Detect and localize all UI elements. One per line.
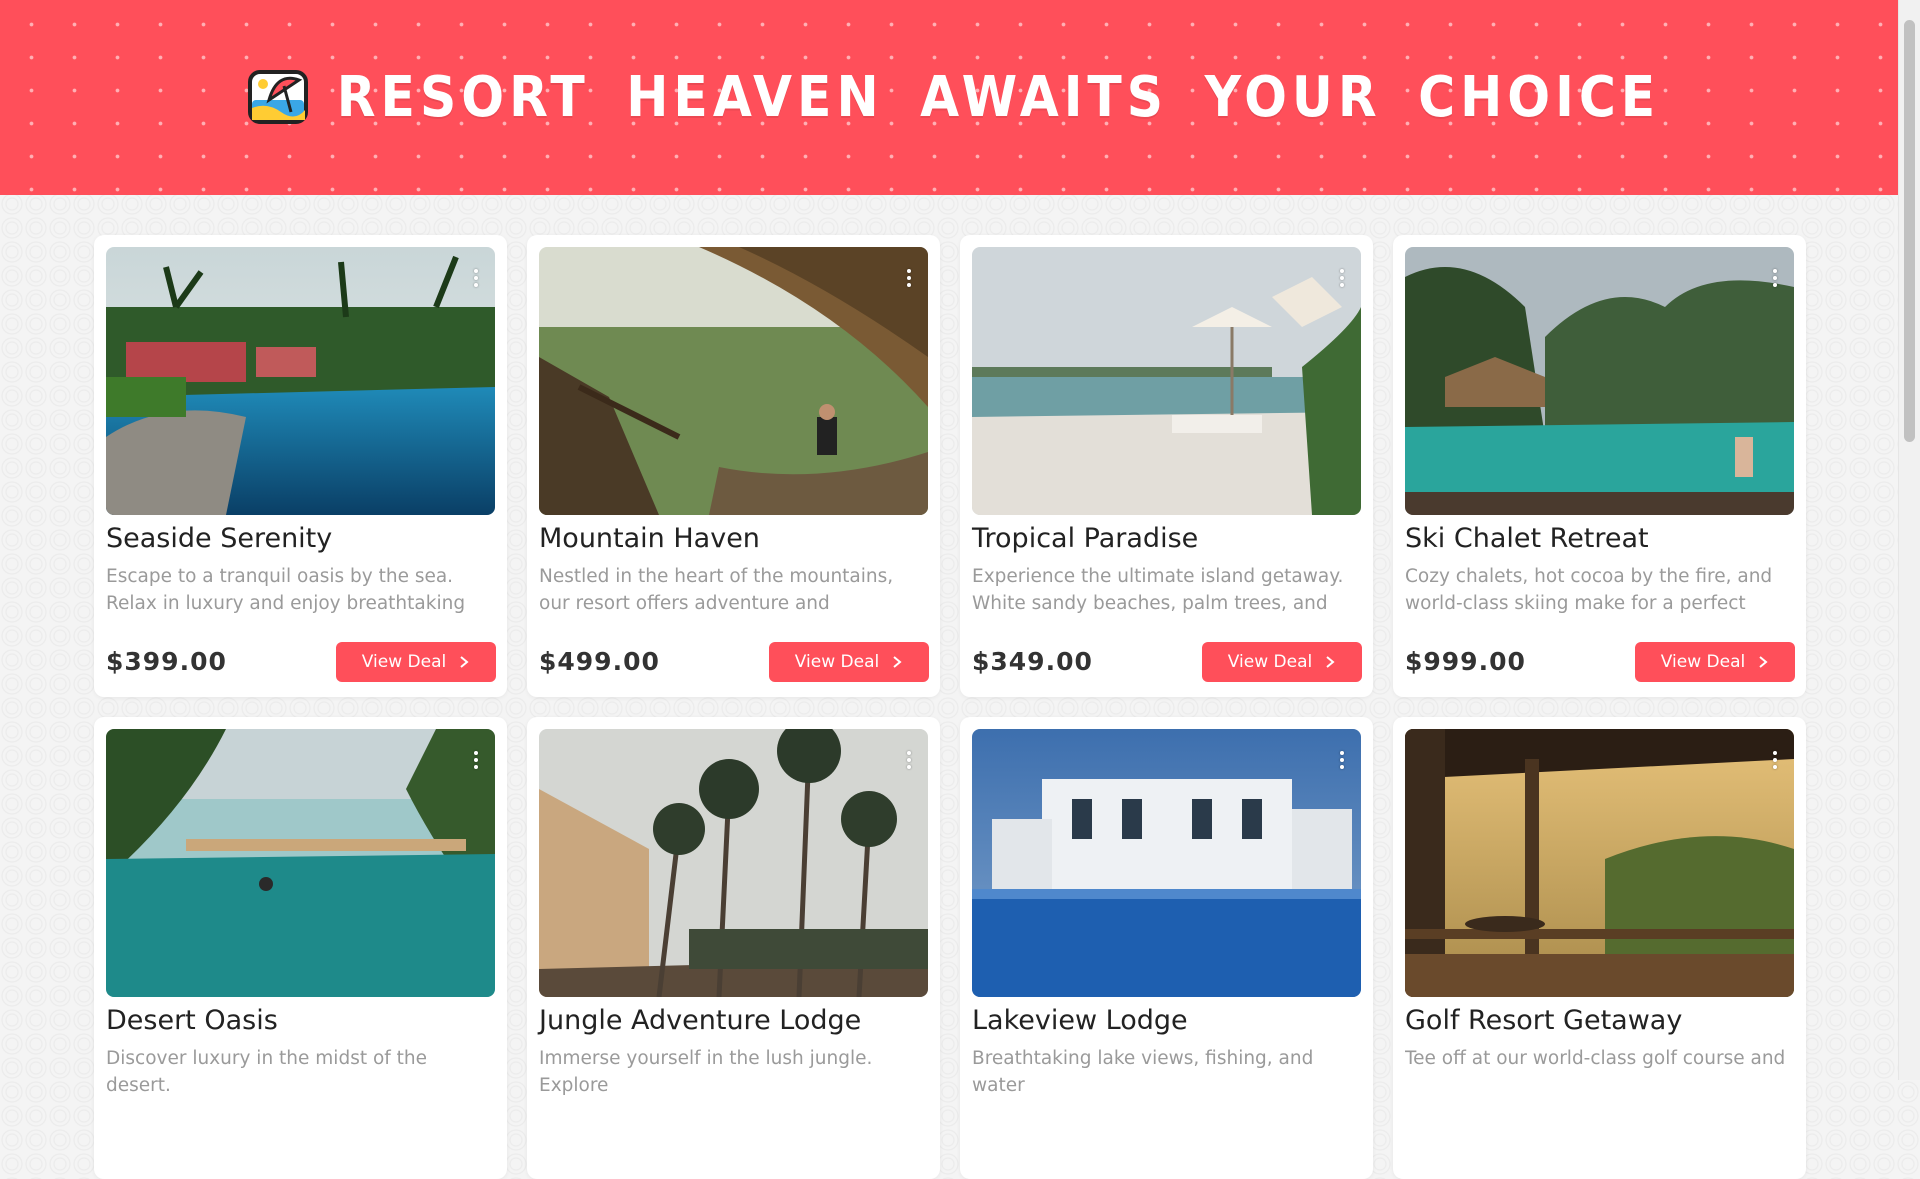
- scrollbar-thumb[interactable]: [1904, 20, 1915, 442]
- more-options-icon[interactable]: [905, 751, 913, 773]
- infinity-pool-swimmer-photo: [106, 729, 495, 997]
- resort-description: Discover luxury in the midst of the dese…: [106, 1048, 428, 1096]
- resort-price: $349.00: [972, 647, 1093, 676]
- chevron-right-icon: [1759, 656, 1768, 668]
- chevron-right-icon: [460, 656, 469, 668]
- resort-description: Breathtaking lake views, fishing, and wa…: [972, 1048, 1314, 1096]
- resort-title: Lakeview Lodge: [972, 1005, 1188, 1036]
- header-content: RESORT HEAVEN AWAITS YOUR CHOICE: [247, 65, 1660, 130]
- resort-description: Escape to a tranquil oasis by the sea. R…: [106, 566, 466, 614]
- resort-title: Desert Oasis: [106, 1005, 278, 1036]
- resort-title: Seaside Serenity: [106, 523, 333, 554]
- view-deal-button[interactable]: View Deal: [336, 642, 496, 682]
- resort-card: Ski Chalet Retreat Cozy chalets, hot coc…: [1393, 235, 1806, 697]
- resort-card: Desert Oasis Discover luxury in the mids…: [94, 717, 507, 1179]
- more-options-icon[interactable]: [1771, 751, 1779, 773]
- chevron-right-icon: [1326, 656, 1335, 668]
- beach-umbrella-icon: [247, 69, 308, 124]
- view-deal-label: View Deal: [794, 652, 880, 672]
- resort-card: Lakeview Lodge Breathtaking lake views, …: [960, 717, 1373, 1179]
- more-options-icon[interactable]: [1338, 269, 1346, 291]
- page-header: RESORT HEAVEN AWAITS YOUR CHOICE: [0, 0, 1899, 195]
- beach-infinity-pool-photo: [972, 247, 1361, 515]
- chevron-right-icon: [893, 656, 902, 668]
- resort-grid: Seaside Serenity Escape to a tranquil oa…: [94, 235, 1806, 1179]
- resort-title: Ski Chalet Retreat: [1405, 523, 1649, 554]
- page-scrollbar[interactable]: [1898, 0, 1920, 1080]
- view-deal-label: View Deal: [1227, 652, 1313, 672]
- resort-title: Golf Resort Getaway: [1405, 1005, 1683, 1036]
- resort-description: Nestled in the heart of the mountains, o…: [539, 566, 894, 614]
- more-options-icon[interactable]: [1338, 751, 1346, 773]
- palm-hotel-photo: [539, 729, 928, 997]
- jungle-lagoon-pool-photo: [1405, 247, 1794, 515]
- night-pool-villa-photo: [972, 729, 1361, 997]
- balcony-sunset-photo: [1405, 729, 1794, 997]
- resort-title: Tropical Paradise: [972, 523, 1199, 554]
- resort-price: $499.00: [539, 647, 660, 676]
- page-title: RESORT HEAVEN AWAITS YOUR CHOICE: [336, 65, 1661, 130]
- resort-title: Jungle Adventure Lodge: [539, 1005, 862, 1036]
- mountain-hammock-photo: [539, 247, 928, 515]
- resort-card: Golf Resort Getaway Tee off at our world…: [1393, 717, 1806, 1179]
- resort-card: Seaside Serenity Escape to a tranquil oa…: [94, 235, 507, 697]
- view-deal-button[interactable]: View Deal: [769, 642, 929, 682]
- resort-description: Immerse yourself in the lush jungle. Exp…: [539, 1048, 873, 1096]
- view-deal-label: View Deal: [1660, 652, 1746, 672]
- resort-title: Mountain Haven: [539, 523, 760, 554]
- resort-description: Tee off at our world-class golf course a…: [1405, 1048, 1786, 1069]
- resort-card: Mountain Haven Nestled in the heart of t…: [527, 235, 940, 697]
- resort-price: $999.00: [1405, 647, 1526, 676]
- view-deal-button[interactable]: View Deal: [1635, 642, 1795, 682]
- more-options-icon[interactable]: [905, 269, 913, 291]
- resort-pool-palms-photo: [106, 247, 495, 515]
- resort-price: $399.00: [106, 647, 227, 676]
- resort-card: Tropical Paradise Experience the ultimat…: [960, 235, 1373, 697]
- more-options-icon[interactable]: [472, 269, 480, 291]
- view-deal-button[interactable]: View Deal: [1202, 642, 1362, 682]
- resort-description: Cozy chalets, hot cocoa by the fire, and…: [1405, 566, 1773, 614]
- more-options-icon[interactable]: [472, 751, 480, 773]
- view-deal-label: View Deal: [361, 652, 447, 672]
- more-options-icon[interactable]: [1771, 269, 1779, 291]
- resort-description: Experience the ultimate island getaway. …: [972, 566, 1344, 614]
- resort-card: Jungle Adventure Lodge Immerse yourself …: [527, 717, 940, 1179]
